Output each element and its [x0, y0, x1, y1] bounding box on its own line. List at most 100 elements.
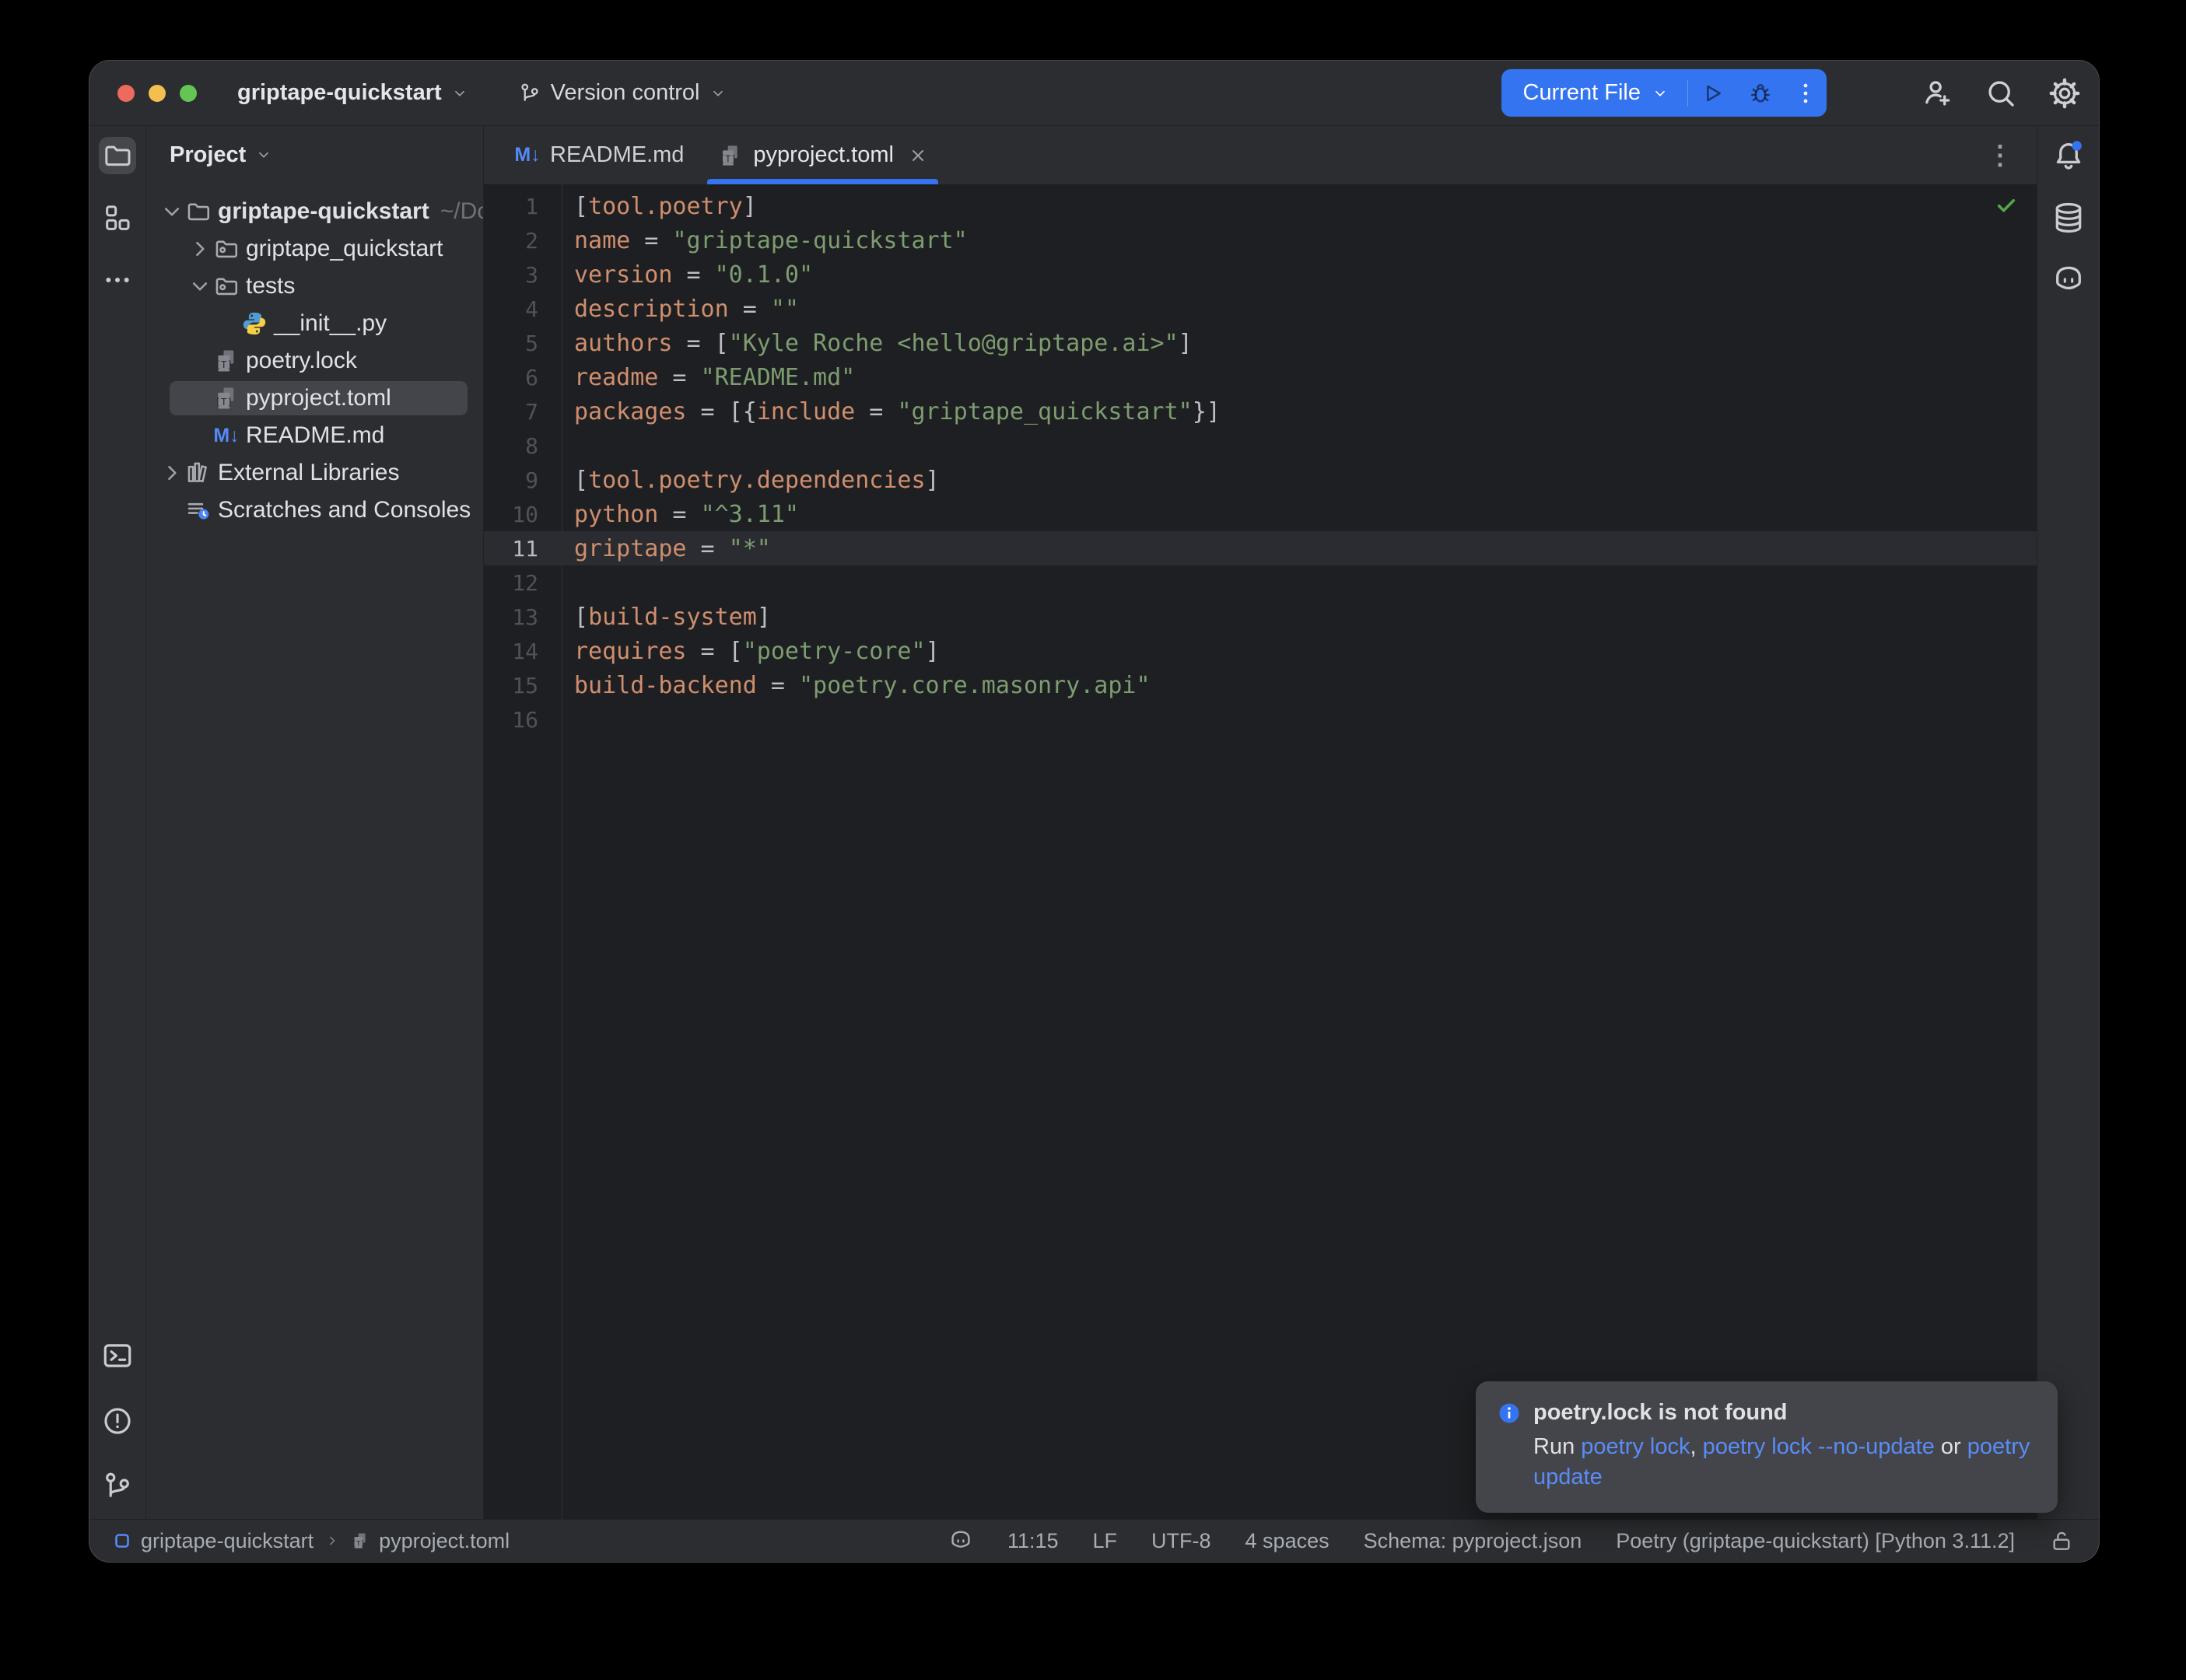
add-user-button[interactable]: [1920, 76, 1954, 110]
breadcrumb-item-pyproject-toml[interactable]: [T]pyproject.toml: [351, 1529, 510, 1553]
code-line-7[interactable]: 7packages = [{include = "griptape_quicks…: [484, 394, 2037, 429]
folder-package-icon: [213, 273, 240, 299]
git-branch-toolwindow-button[interactable]: [99, 1468, 136, 1505]
line-number: 5: [484, 331, 562, 356]
toml-punct: ]: [926, 467, 940, 494]
tree-item-external-libraries[interactable]: External Libraries: [146, 454, 483, 492]
notification-link-poetry-lock[interactable]: poetry lock: [1581, 1434, 1690, 1459]
status-widget-lf[interactable]: LF: [1093, 1529, 1118, 1553]
folder-icon: [185, 198, 212, 225]
code-line-8[interactable]: 8: [484, 429, 2037, 463]
status-widget-4-spaces[interactable]: 4 spaces: [1245, 1529, 1329, 1553]
status-widget-utf-8[interactable]: UTF-8: [1151, 1529, 1211, 1553]
git-branch-icon: [518, 82, 541, 105]
copilot-toolwindow-button[interactable]: [2050, 261, 2087, 299]
settings-button[interactable]: [2048, 76, 2082, 110]
unlock-status-icon[interactable]: [2049, 1528, 2074, 1553]
code-line-12[interactable]: 12: [484, 565, 2037, 600]
structure-toolwindow-button[interactable]: [99, 199, 136, 236]
code-line-10[interactable]: 10python = "^3.11": [484, 497, 2037, 531]
tree-item-init-py[interactable]: __init__.py: [146, 305, 483, 342]
code-editor[interactable]: 1[tool.poetry]2name = "griptape-quicksta…: [484, 184, 2037, 1519]
tree-item-pyproject-toml[interactable]: [T]pyproject.toml: [146, 380, 483, 417]
search-everywhere-button[interactable]: [1984, 76, 2018, 110]
project-panel-header[interactable]: Project: [146, 126, 483, 184]
code-text: [tool.poetry]: [562, 193, 757, 220]
chevron-right-icon[interactable]: [187, 236, 213, 262]
notifications-toolwindow-button[interactable]: [2050, 137, 2087, 174]
run-button[interactable]: [1688, 69, 1736, 117]
editor-area: M↓README.md[T]pyproject.toml ⋮ 1[tool.po…: [484, 126, 2037, 1519]
close-tab-icon[interactable]: [909, 146, 927, 165]
vcs-widget[interactable]: Version control: [518, 80, 727, 106]
project-selector[interactable]: griptape-quickstart: [237, 80, 468, 106]
svg-text:[T]: [T]: [720, 153, 737, 164]
code-line-11[interactable]: 11griptape = "*": [484, 531, 2037, 565]
chevron-right-icon[interactable]: [159, 460, 185, 486]
code-line-13[interactable]: 13[build-system]: [484, 600, 2037, 634]
toml-punct: }]: [1193, 398, 1221, 425]
line-number: 1: [484, 194, 562, 219]
code-line-9[interactable]: 9[tool.poetry.dependencies]: [484, 463, 2037, 497]
close-window-button[interactable]: [117, 85, 135, 102]
more-toolwindow-button[interactable]: [99, 261, 136, 299]
copilot-status-icon[interactable]: [948, 1528, 973, 1553]
status-widget-poetry-griptape-quickstart-python-3-11-2[interactable]: Poetry (griptape-quickstart) [Python 3.1…: [1616, 1529, 2015, 1553]
code-text: authors = ["Kyle Roche <hello@griptape.a…: [562, 330, 1193, 357]
code-line-2[interactable]: 2name = "griptape-quickstart": [484, 223, 2037, 257]
toml-key: build-system: [588, 604, 757, 631]
code-line-5[interactable]: 5authors = ["Kyle Roche <hello@griptape.…: [484, 326, 2037, 360]
structure-icon: [102, 202, 133, 233]
tree-item-poetry-lock[interactable]: [T]poetry.lock: [146, 342, 483, 380]
markdown-icon: M↓: [515, 143, 540, 168]
notification-text: Run: [1533, 1434, 1581, 1459]
code-text: [build-system]: [562, 604, 771, 631]
code-line-4[interactable]: 4description = "": [484, 292, 2037, 326]
toml-punct: =: [658, 364, 700, 391]
code-line-3[interactable]: 3version = "0.1.0": [484, 257, 2037, 292]
chevron-down-icon[interactable]: [159, 198, 185, 225]
status-widget-11-15[interactable]: 11:15: [1007, 1529, 1059, 1553]
code-line-14[interactable]: 14requires = ["poetry-core"]: [484, 634, 2037, 668]
tree-item-readme-md[interactable]: M↓README.md: [146, 417, 483, 454]
code-text: [tool.poetry.dependencies]: [562, 467, 940, 494]
chevron-spacer: [187, 348, 213, 374]
project-folder-toolwindow-button[interactable]: [99, 137, 136, 174]
code-line-6[interactable]: 6readme = "README.md": [484, 360, 2037, 394]
tree-item-scratches-and-consoles[interactable]: Scratches and Consoles: [146, 492, 483, 529]
code-line-16[interactable]: 16: [484, 702, 2037, 737]
tab-readme-md[interactable]: M↓README.md: [498, 126, 701, 184]
status-bar: griptape-quickstart [T]pyproject.toml 11:…: [89, 1519, 2099, 1562]
toml-string: "README.md": [701, 364, 856, 391]
minimize-window-button[interactable]: [149, 85, 166, 102]
code-line-1[interactable]: 1[tool.poetry]: [484, 189, 2037, 223]
tab-pyproject-toml[interactable]: [T] pyproject.toml: [701, 126, 944, 184]
tree-item-griptape-quickstart[interactable]: griptape_quickstart: [146, 230, 483, 268]
line-number: 4: [484, 296, 562, 322]
tree-item-griptape-quickstart[interactable]: griptape-quickstart~/Docume: [146, 193, 483, 230]
tree-item-tests[interactable]: tests: [146, 268, 483, 305]
run-widget: Current File: [1501, 69, 1827, 117]
tab-label: pyproject.toml: [753, 142, 894, 168]
notification-title: poetry.lock is not found: [1533, 1400, 1788, 1426]
line-number: 16: [484, 707, 562, 733]
project-folder-icon: [102, 140, 133, 171]
status-widget-schema-pyproject-json[interactable]: Schema: pyproject.json: [1364, 1529, 1582, 1553]
left-activity-bar: [89, 126, 146, 1519]
code-line-15[interactable]: 15build-backend = "poetry.core.masonry.a…: [484, 668, 2037, 702]
chevron-down-icon[interactable]: [187, 273, 213, 299]
notification-link-poetry-lock-no-update[interactable]: poetry lock --no-update: [1703, 1434, 1935, 1459]
svg-text:[T]: [T]: [215, 397, 233, 408]
database-toolwindow-button[interactable]: [2050, 199, 2087, 236]
notification-body: Run poetry lock, poetry lock --no-update…: [1533, 1432, 2034, 1493]
zoom-window-button[interactable]: [180, 85, 197, 102]
breadcrumb: griptape-quickstart [T]pyproject.toml: [113, 1529, 510, 1553]
problems-toolwindow-button[interactable]: [99, 1402, 136, 1440]
run-more-options-button[interactable]: [1785, 69, 1827, 117]
debug-button[interactable]: [1736, 69, 1785, 117]
tab-bar-more-button[interactable]: ⋮: [1987, 126, 2037, 184]
terminal-toolwindow-button[interactable]: [99, 1337, 136, 1374]
project-tree: griptape-quickstart~/Documegriptape_quic…: [146, 184, 483, 529]
run-configuration-selector[interactable]: Current File: [1501, 80, 1688, 106]
breadcrumb-item-griptape-quickstart[interactable]: griptape-quickstart: [113, 1529, 314, 1553]
